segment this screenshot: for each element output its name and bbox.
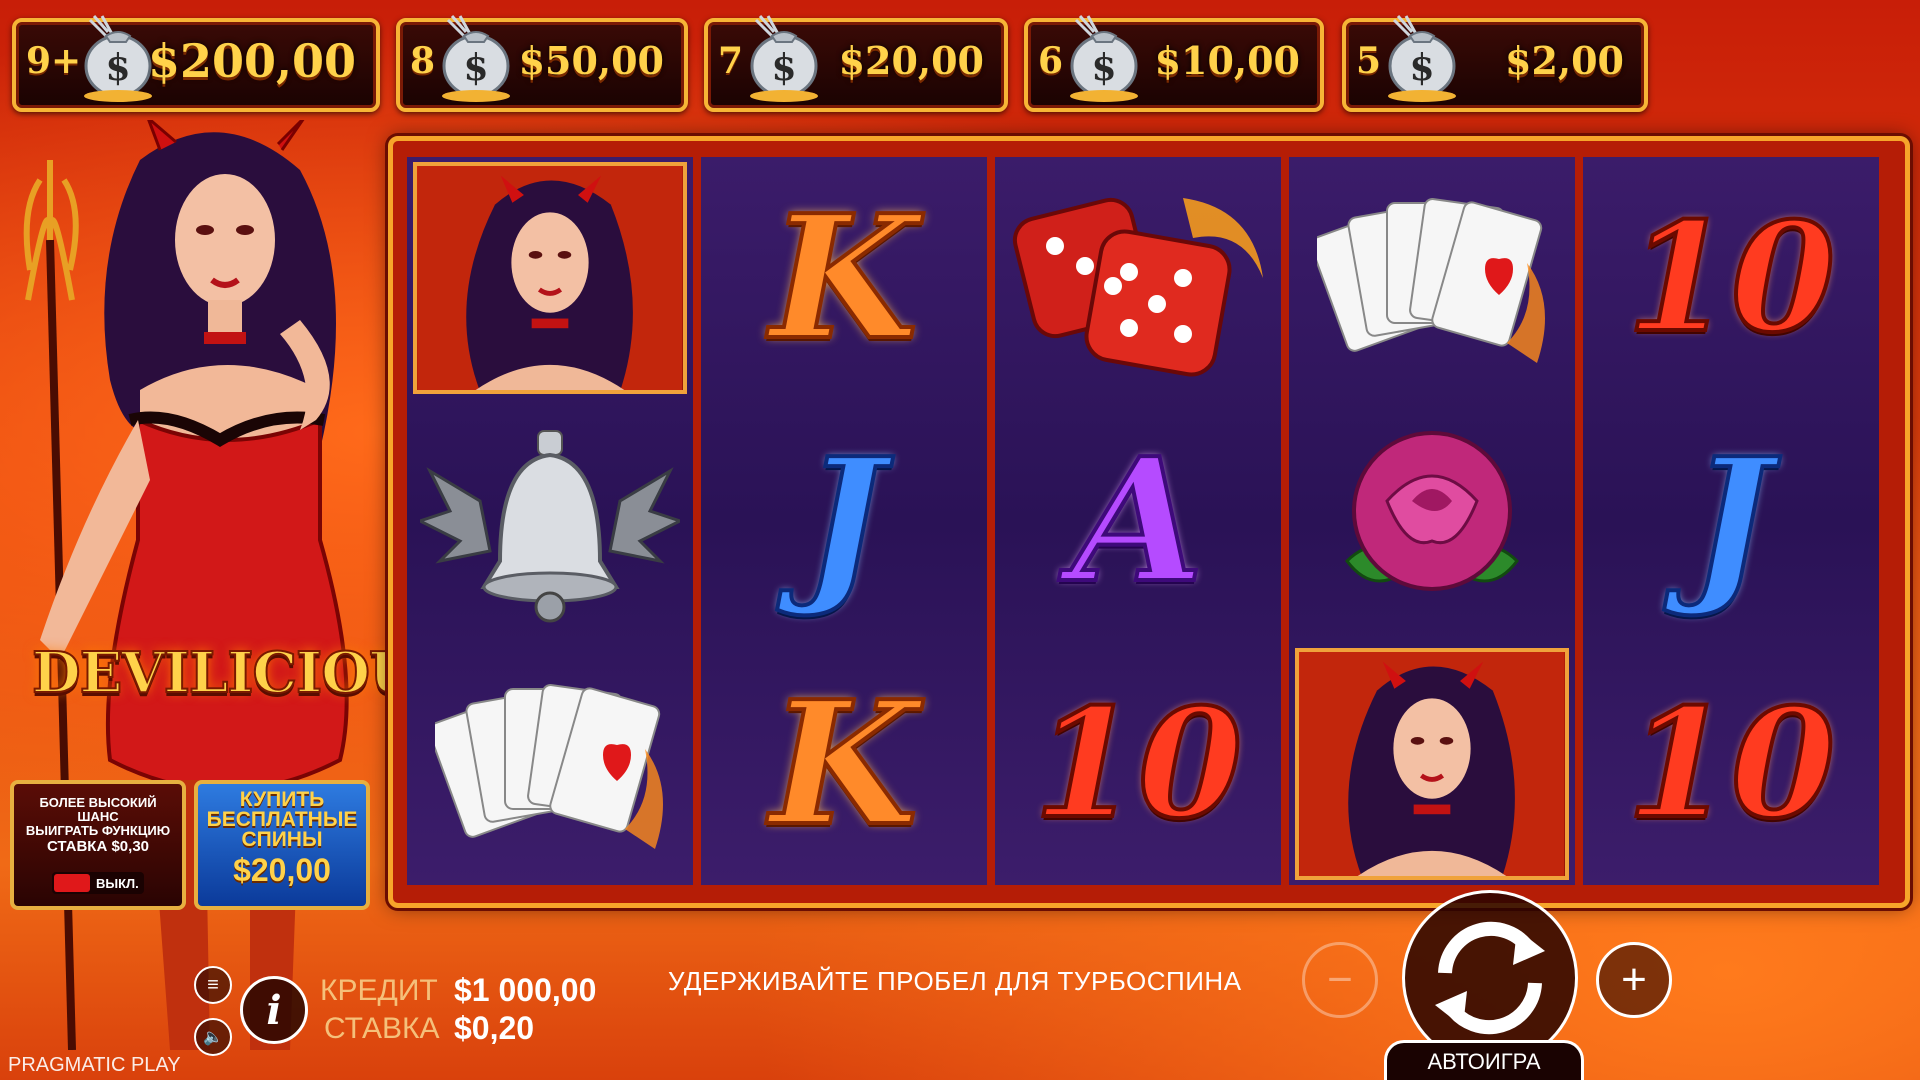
devil-character-illustration <box>23 120 349 1050</box>
symbol-rose <box>1289 400 1575 642</box>
symbol-letter: K <box>768 664 920 864</box>
symbol-playing-cards <box>407 643 693 885</box>
spin-arrows-icon <box>1435 921 1545 1035</box>
game-logo: DEVILICIOUS <box>31 639 458 707</box>
bet-value: $0,20 <box>454 1010 535 1046</box>
symbol-letter: J <box>802 421 886 621</box>
buy-line1: КУПИТЬ <box>239 788 325 811</box>
reel-4 <box>1289 157 1575 885</box>
paytable-bar: 9+ $ $200,00 8 $ $50,00 7 $ $20,00 6 $ $… <box>12 15 1908 112</box>
ante-bet-line4: СТАВКА $0,30 <box>46 838 150 855</box>
decrease-bet-button[interactable]: − <box>1302 942 1378 1018</box>
symbol-letter: 10 <box>1625 676 1838 852</box>
svg-text:$: $ <box>105 47 130 89</box>
hamburger-icon: ≡ <box>207 974 219 996</box>
symbol-j: J <box>701 400 987 642</box>
minus-icon: − <box>1327 955 1353 1004</box>
svg-text:$: $ <box>1091 47 1116 89</box>
money-bag-icon: $ <box>442 15 510 102</box>
ante-bet-switch[interactable]: ВЫКЛ. <box>52 872 144 894</box>
paytable-item-1: 9+ $ $200,00 <box>12 15 380 112</box>
ante-bet-line3: ВЫИГРАТЬ ФУНКЦИЮ <box>25 823 171 838</box>
buy-free-spins-button[interactable]: КУПИТЬ БЕСПЛАТНЫЕ СПИНЫ $20,00 <box>194 780 370 910</box>
paytable-item-4: 6 $ $10,00 <box>1024 15 1324 112</box>
buy-price: $20,00 <box>233 852 331 888</box>
symbol-playing-cards <box>1289 157 1575 399</box>
symbol-letter: A <box>1070 421 1206 621</box>
svg-text:$: $ <box>1409 47 1434 89</box>
symbol-winged-bell <box>407 400 693 642</box>
symbol-k: K <box>701 643 987 885</box>
symbol-10: 10 <box>995 643 1281 885</box>
symbol-devil-woman <box>407 157 693 399</box>
paytable-value: $2,00 <box>1505 38 1624 83</box>
symbol-10: 10 <box>1583 157 1879 399</box>
money-bag-icon: $ <box>1070 15 1138 102</box>
paytable-item-5: 5 $ $2,00 <box>1342 15 1648 112</box>
paytable-item-3: 7 $ $20,00 <box>704 15 1008 112</box>
symbol-a: A <box>995 400 1281 642</box>
credit-value: $1 000,00 <box>454 972 597 1008</box>
menu-button[interactable]: ≡ <box>194 966 232 1004</box>
switch-knob <box>54 874 90 892</box>
brand-label: PRAGMATIC PLAY <box>8 1054 181 1076</box>
dice-icon <box>1012 197 1263 377</box>
ante-bet-line2: ШАНС <box>77 809 119 824</box>
devil-woman-icon <box>413 162 687 394</box>
ante-bet-toggle-button[interactable]: БОЛЕЕ ВЫСОКИЙ ШАНС ВЫИГРАТЬ ФУНКЦИЮ СТАВ… <box>10 780 186 910</box>
symbol-letter: K <box>768 178 920 378</box>
buy-line2: БЕСПЛАТНЫЕ <box>206 808 358 831</box>
paytable-value: $200,00 <box>147 34 356 88</box>
playing-cards-icon <box>435 684 663 849</box>
rose-icon <box>1345 431 1519 591</box>
devil-woman-icon <box>1295 648 1569 880</box>
reel-grid: K J K A 10 10 J 10 <box>388 136 1910 908</box>
credit-label: КРЕДИТ <box>320 974 438 1007</box>
symbol-k: K <box>701 157 987 399</box>
paytable-value: $50,00 <box>518 38 664 83</box>
info-icon: i <box>266 986 282 1034</box>
svg-text:$: $ <box>463 47 488 89</box>
svg-text:$: $ <box>771 47 796 89</box>
reel-2: K J K <box>701 157 987 885</box>
paytable-value: $20,00 <box>838 38 984 83</box>
reel-1 <box>407 157 693 885</box>
money-bag-icon: $ <box>750 15 818 102</box>
reel-3: A 10 <box>995 157 1281 885</box>
symbol-j: J <box>1583 400 1879 642</box>
ante-bet-toggle-label: ВЫКЛ. <box>96 875 139 891</box>
playing-cards-icon <box>1317 198 1545 363</box>
money-bag-icon: $ <box>1388 15 1456 102</box>
info-button[interactable]: i <box>240 976 308 1044</box>
sound-button[interactable]: 🔈 <box>194 1018 232 1056</box>
speaker-icon: 🔈 <box>203 1029 223 1046</box>
bet-label: СТАВКА <box>324 1012 440 1045</box>
symbol-devil-woman <box>1289 643 1575 885</box>
autoplay-button[interactable]: АВТОИГРА <box>1384 1040 1584 1080</box>
ante-bet-line1: БОЛЕЕ ВЫСОКИЙ <box>39 795 157 810</box>
turbo-spin-hint: УДЕРЖИВАЙТЕ ПРОБЕЛ ДЛЯ ТУРБОСПИНА <box>668 966 1242 996</box>
symbol-dice <box>995 157 1281 399</box>
symbol-letter: 10 <box>1032 676 1245 852</box>
winged-bell-icon <box>420 430 680 623</box>
symbol-letter: 10 <box>1625 190 1838 366</box>
increase-bet-button[interactable]: + <box>1596 942 1672 1018</box>
paytable-item-2: 8 $ $50,00 <box>396 15 688 112</box>
reel-5: 10 J 10 <box>1583 157 1879 885</box>
paytable-value: $10,00 <box>1154 38 1300 83</box>
symbol-10: 10 <box>1583 643 1879 885</box>
symbol-letter: J <box>1689 421 1773 621</box>
autoplay-label: АВТОИГРА <box>1427 1048 1541 1074</box>
plus-icon: + <box>1621 955 1647 1004</box>
buy-line3: СПИНЫ <box>241 828 323 851</box>
